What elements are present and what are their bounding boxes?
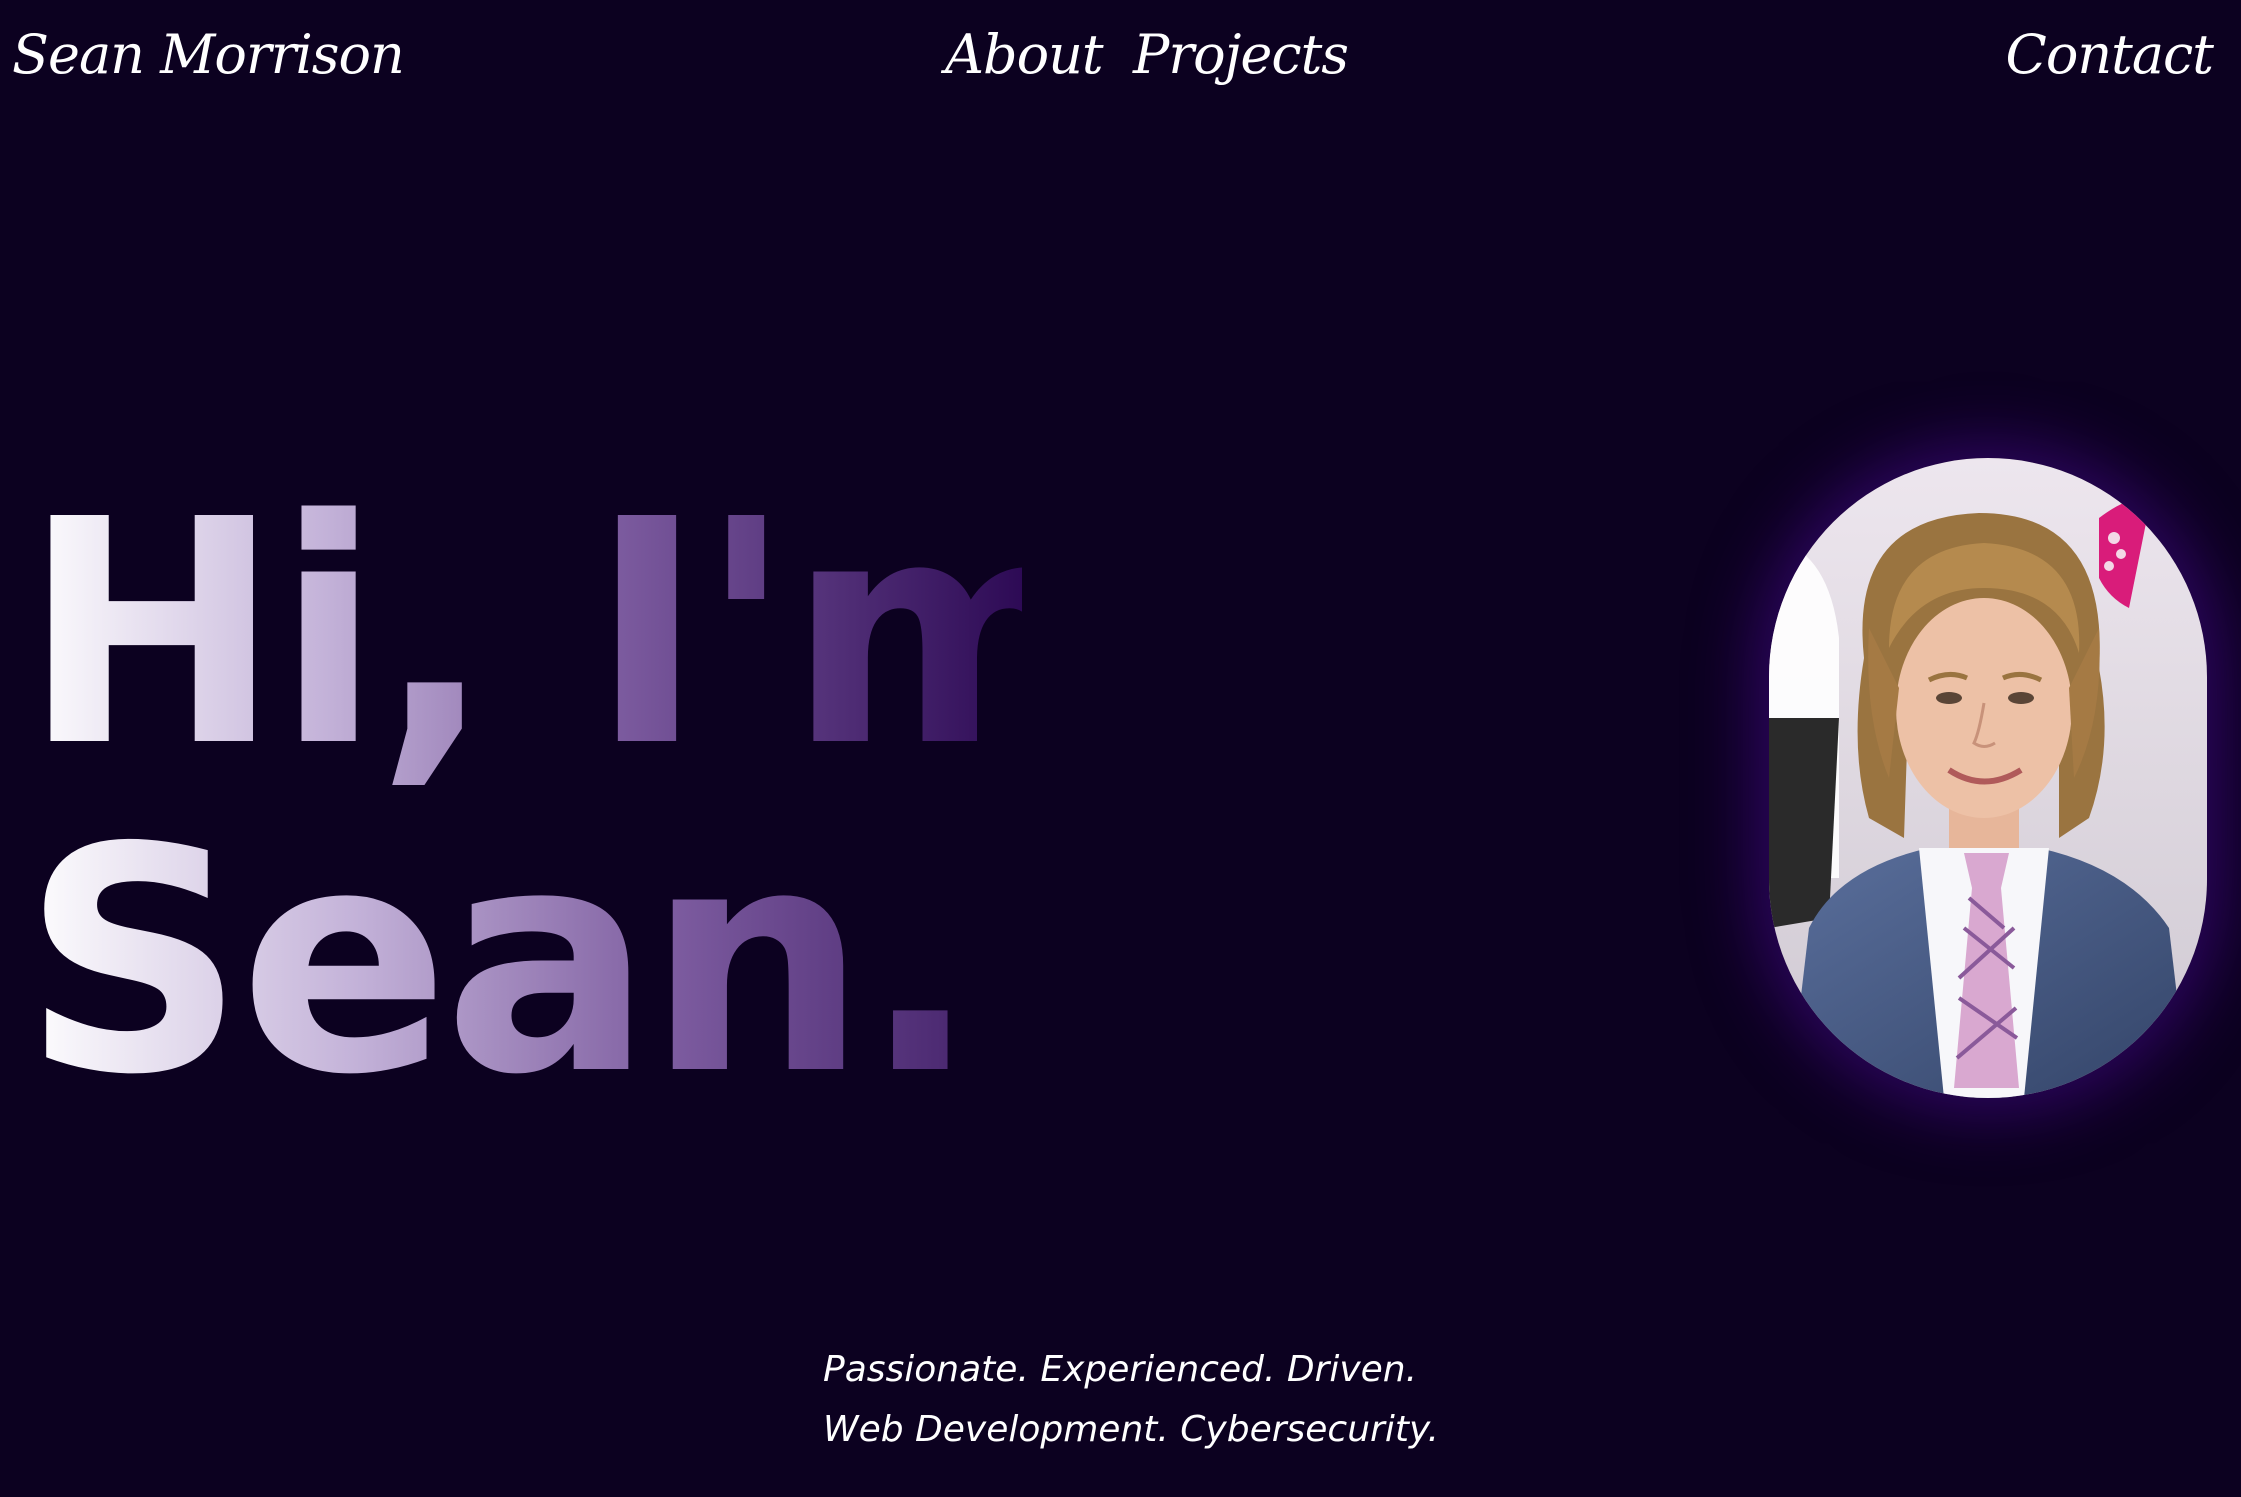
tagline: Passionate. Experienced. Driven. Web Dev…	[823, 1340, 1439, 1460]
nav-link-contact[interactable]: Contact	[2006, 28, 2214, 82]
profile-photo	[1769, 458, 2207, 1098]
tagline-line-1: Passionate. Experienced. Driven.	[823, 1349, 1418, 1390]
hero-heading-line-1: Hi, I'm	[22, 454, 1111, 815]
brand-logo-link[interactable]: Sean Morrison	[12, 28, 405, 82]
hero-heading-line-2: Sean.	[22, 808, 1122, 1118]
nav-link-about[interactable]: About	[945, 28, 1104, 82]
tagline-line-2: Web Development. Cybersecurity.	[823, 1409, 1439, 1450]
nav-link-projects[interactable]: Projects	[1133, 28, 1349, 82]
